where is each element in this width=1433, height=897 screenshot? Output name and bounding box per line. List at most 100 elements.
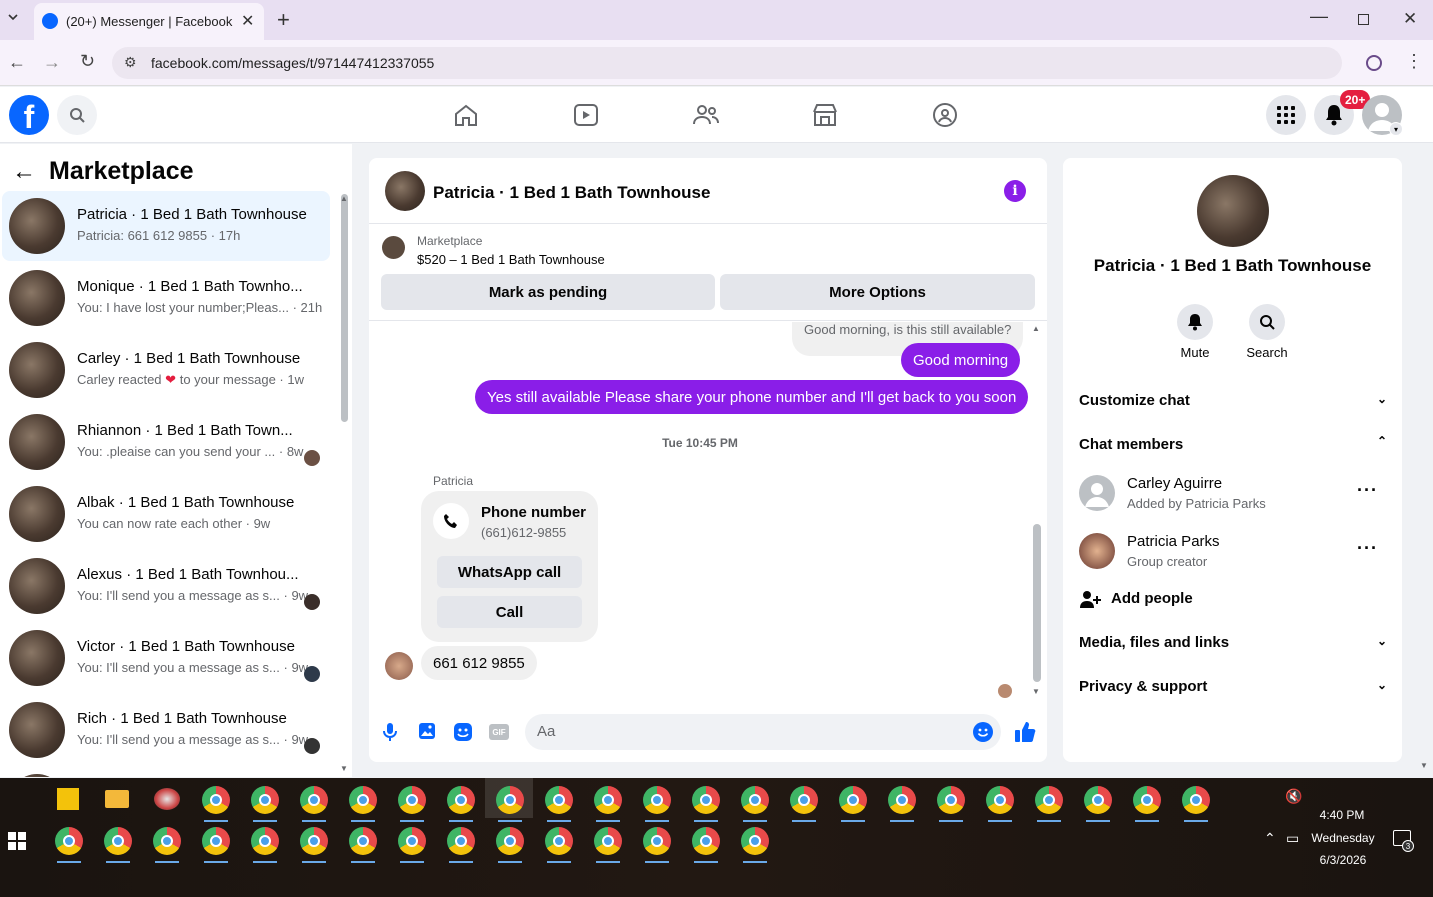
- conversation-item[interactable]: Victor · 1 Bed 1 Bath Townhouse You: I'l…: [2, 623, 330, 693]
- chrome-taskbar-icon[interactable]: [643, 827, 671, 863]
- privacy-support-row[interactable]: Privacy & support ⌄: [1079, 678, 1387, 695]
- close-tab-icon[interactable]: ✕: [241, 11, 254, 31]
- chrome-taskbar-icon[interactable]: [692, 827, 720, 863]
- microphone-icon[interactable]: [382, 722, 398, 742]
- clock-day[interactable]: Wednesday: [1306, 831, 1380, 845]
- tab-search-icon[interactable]: [6, 10, 20, 24]
- sticky-notes-icon[interactable]: [57, 788, 79, 810]
- file-explorer-icon[interactable]: [105, 790, 129, 808]
- chrome-taskbar-icon[interactable]: [888, 786, 916, 822]
- member-avatar[interactable]: [1079, 475, 1115, 511]
- chrome-taskbar-icon[interactable]: [251, 827, 279, 863]
- conversation-item[interactable]: Albak · 1 Bed 1 Bath Townhouse You can n…: [2, 479, 330, 549]
- emoji-icon[interactable]: [973, 722, 993, 742]
- chrome-taskbar-icon[interactable]: [741, 786, 769, 822]
- reload-icon[interactable]: ↻: [80, 51, 95, 72]
- restore-icon[interactable]: [1358, 14, 1369, 25]
- chrome-taskbar-icon[interactable]: [594, 827, 622, 863]
- chrome-taskbar-icon[interactable]: [594, 786, 622, 822]
- chrome-taskbar-icon[interactable]: [349, 786, 377, 822]
- chrome-taskbar-icon[interactable]: [790, 786, 818, 822]
- sender-avatar[interactable]: [385, 652, 413, 680]
- volume-muted-icon[interactable]: 🔇: [1285, 788, 1302, 805]
- chrome-taskbar-icon[interactable]: [398, 827, 426, 863]
- chrome-taskbar-icon[interactable]: [692, 786, 720, 822]
- chrome-taskbar-icon[interactable]: [202, 827, 230, 863]
- chat-avatar[interactable]: [385, 171, 425, 211]
- info-icon[interactable]: i: [1004, 180, 1026, 202]
- conversation-item[interactable]: Alexus · 1 Bed 1 Bath Townhou... You: I'…: [2, 551, 330, 621]
- chrome-taskbar-icon[interactable]: [496, 786, 524, 822]
- minimize-icon[interactable]: —: [1310, 6, 1328, 27]
- chrome-taskbar-icon[interactable]: [545, 786, 573, 822]
- chrome-taskbar-icon[interactable]: [447, 827, 475, 863]
- call-button[interactable]: Call: [437, 596, 582, 628]
- thread-scrollbar[interactable]: [1033, 524, 1041, 682]
- account-chevron-icon[interactable]: ▾: [1389, 122, 1403, 136]
- more-options-button[interactable]: More Options: [720, 274, 1035, 310]
- conversation-item[interactable]: Rhiannon · 1 Bed 1 Bath Town... You: .pl…: [2, 407, 330, 477]
- message-thread[interactable]: Good morning, is this still available? G…: [369, 322, 1047, 702]
- back-icon[interactable]: ←: [8, 52, 26, 73]
- chrome-taskbar-icon[interactable]: [1035, 786, 1063, 822]
- groups-icon[interactable]: [932, 103, 958, 127]
- photo-icon[interactable]: [418, 722, 436, 740]
- scroll-down-icon[interactable]: ▼: [340, 764, 348, 773]
- mute-bell-icon[interactable]: [1177, 304, 1213, 340]
- mute-label[interactable]: Mute: [1164, 345, 1226, 360]
- windows-start-icon[interactable]: [8, 832, 26, 850]
- page-scroll-down-icon[interactable]: ▼: [1420, 761, 1428, 770]
- home-icon[interactable]: [453, 103, 479, 127]
- chrome-taskbar-icon[interactable]: [202, 786, 230, 822]
- chrome-taskbar-icon[interactable]: [1182, 786, 1210, 822]
- mark-as-pending-button[interactable]: Mark as pending: [381, 274, 715, 310]
- member-options-icon[interactable]: ···: [1357, 480, 1378, 501]
- customize-chat-row[interactable]: Customize chat ⌄: [1079, 392, 1387, 409]
- clock-date[interactable]: 6/3/2026: [1312, 853, 1374, 867]
- network-icon[interactable]: ▭: [1286, 830, 1299, 847]
- facebook-logo-icon[interactable]: f: [9, 95, 49, 135]
- chrome-taskbar-icon[interactable]: [986, 786, 1014, 822]
- chrome-taskbar-icon[interactable]: [447, 786, 475, 822]
- add-people-label[interactable]: Add people: [1111, 590, 1193, 607]
- chrome-taskbar-icon[interactable]: [1084, 786, 1112, 822]
- gif-icon[interactable]: GIF: [489, 724, 509, 740]
- chrome-taskbar-icon[interactable]: [643, 786, 671, 822]
- search-icon[interactable]: [1249, 304, 1285, 340]
- chrome-taskbar-icon[interactable]: [300, 786, 328, 822]
- browser-menu-icon[interactable]: ⋮: [1405, 51, 1423, 72]
- sticker-icon[interactable]: [453, 722, 473, 742]
- conversation-item[interactable]: Monique · 1 Bed 1 Bath Townho... You: I …: [2, 263, 330, 333]
- search-label[interactable]: Search: [1236, 345, 1298, 360]
- chat-members-row[interactable]: Chat members ⌃: [1079, 434, 1387, 453]
- conversation-item[interactable]: [2, 767, 330, 777]
- scroll-up-icon[interactable]: ▲: [1032, 324, 1040, 333]
- search-icon[interactable]: [57, 95, 97, 135]
- clock-time[interactable]: 4:40 PM: [1312, 808, 1372, 822]
- show-hidden-icons-icon[interactable]: ⌃: [1264, 830, 1276, 847]
- message-input[interactable]: Aa: [525, 714, 1001, 750]
- close-window-icon[interactable]: ✕: [1403, 9, 1417, 29]
- new-tab-icon[interactable]: +: [277, 7, 290, 33]
- browser-tab[interactable]: (20+) Messenger | Facebook ✕: [34, 3, 264, 40]
- add-people-icon[interactable]: [1079, 589, 1101, 609]
- chrome-taskbar-icon[interactable]: [545, 827, 573, 863]
- member-avatar[interactable]: [1079, 533, 1115, 569]
- conversation-item[interactable]: Carley · 1 Bed 1 Bath Townhouse Carley r…: [2, 335, 330, 405]
- paint-app-icon[interactable]: [154, 788, 180, 810]
- scroll-down-icon[interactable]: ▼: [1032, 687, 1040, 696]
- menu-grid-icon[interactable]: [1266, 95, 1306, 135]
- whatsapp-call-button[interactable]: WhatsApp call: [437, 556, 582, 588]
- chrome-taskbar-icon[interactable]: [496, 827, 524, 863]
- video-icon[interactable]: [573, 103, 599, 127]
- back-arrow-icon[interactable]: ←: [12, 158, 36, 186]
- chrome-taskbar-icon[interactable]: [1133, 786, 1161, 822]
- listing-title[interactable]: $520 – 1 Bed 1 Bath Townhouse: [417, 252, 605, 267]
- conversation-item[interactable]: Patricia · 1 Bed 1 Bath Townhouse Patric…: [2, 191, 330, 261]
- chrome-taskbar-icon[interactable]: [251, 786, 279, 822]
- sidebar-scrollbar[interactable]: [341, 194, 348, 422]
- friends-icon[interactable]: [692, 103, 720, 127]
- chrome-taskbar-icon[interactable]: [741, 827, 769, 863]
- chrome-taskbar-icon[interactable]: [300, 827, 328, 863]
- marketplace-icon[interactable]: [812, 103, 838, 127]
